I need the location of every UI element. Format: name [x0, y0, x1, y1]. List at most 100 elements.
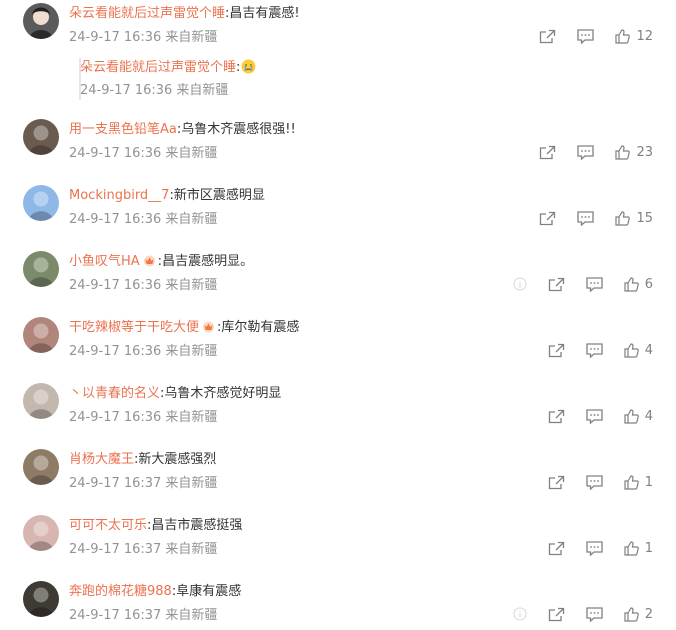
avatar[interactable]	[23, 515, 59, 551]
avatar[interactable]	[23, 3, 59, 39]
comment-username[interactable]: 朵云看能就后过声雷觉个睡	[69, 6, 225, 21]
comment-icon	[577, 144, 595, 160]
like-button[interactable]: 15	[615, 211, 653, 226]
comment-source: 来自新疆	[165, 542, 218, 557]
comment-meta: 24-9-17 16:36 来自新疆	[69, 211, 217, 229]
comment-source: 来自新疆	[165, 476, 218, 491]
comment-username[interactable]: 丶以青春的名义	[69, 386, 160, 401]
avatar[interactable]	[23, 449, 59, 485]
comment-button[interactable]	[586, 474, 603, 490]
like-icon	[624, 606, 639, 622]
comment-icon	[586, 474, 603, 490]
comment-actions: 4	[527, 341, 653, 359]
comment-username[interactable]: 用一支黑色铅笔Aa	[69, 122, 177, 137]
share-button[interactable]	[548, 409, 565, 424]
comment-text: 昌吉震感明显。	[162, 254, 254, 269]
like-button[interactable]: 6	[624, 277, 653, 292]
share-icon	[548, 475, 564, 489]
share-icon	[540, 145, 556, 159]
comment-icon	[586, 342, 603, 358]
share-button[interactable]	[548, 343, 565, 358]
comment-username[interactable]: 奔跑的棉花糖988	[69, 584, 172, 599]
comment-username[interactable]: Mockingbird__7	[69, 188, 169, 203]
like-button[interactable]: 1	[624, 475, 653, 490]
share-button[interactable]	[539, 145, 556, 160]
comment-meta: 24-9-17 16:36 来自新疆	[69, 277, 217, 295]
reply-meta: 24-9-17 16:36 来自新疆	[80, 82, 228, 100]
comment-button[interactable]	[577, 28, 595, 44]
comment-text: 昌吉有震感!	[229, 6, 300, 21]
comment-source: 来自新疆	[165, 344, 218, 359]
share-icon	[540, 29, 556, 43]
comment-date: 24-9-17 16:36	[69, 212, 162, 227]
like-icon	[615, 210, 631, 226]
avatar[interactable]	[23, 383, 59, 419]
comment-date: 24-9-17 16:36	[69, 344, 162, 359]
like-icon	[624, 474, 639, 490]
comment-actions: 23	[518, 143, 653, 161]
comment-meta: 24-9-17 16:36 来自新疆	[69, 343, 217, 361]
comment-button[interactable]	[577, 144, 595, 160]
crying-emoji-icon	[241, 59, 256, 74]
comment-text: 新大震感强烈	[138, 452, 217, 467]
like-icon	[624, 276, 639, 292]
comment-source: 来自新疆	[165, 278, 218, 293]
comment-actions: 15	[518, 209, 653, 227]
comment-button[interactable]	[586, 606, 603, 622]
like-button[interactable]: 4	[624, 409, 653, 424]
share-icon	[540, 211, 556, 225]
share-icon	[548, 409, 564, 423]
share-button[interactable]	[548, 607, 565, 622]
like-button[interactable]: 1	[624, 541, 653, 556]
comment-text: 新市区震感明显	[173, 188, 265, 203]
comment-username[interactable]: 干吃辣椒等于干吃大便	[69, 320, 199, 335]
info-button[interactable]	[513, 277, 527, 291]
comment-button[interactable]	[586, 276, 603, 292]
comment-username[interactable]: 可可不太可乐	[69, 518, 147, 533]
comment-icon	[586, 540, 603, 556]
share-button[interactable]	[539, 211, 556, 226]
avatar[interactable]	[23, 119, 59, 155]
comment-date: 24-9-17 16:37	[69, 476, 162, 491]
like-count: 2	[644, 606, 653, 622]
comment-text: 阜康有震感	[176, 584, 242, 599]
share-button[interactable]	[539, 29, 556, 44]
share-button[interactable]	[548, 277, 565, 292]
share-button[interactable]	[548, 475, 565, 490]
comment-button[interactable]	[586, 342, 603, 358]
comment-meta: 24-9-17 16:36 来自新疆	[69, 145, 217, 163]
comment-button[interactable]	[577, 210, 595, 226]
comment-text: 库尔勒有震感	[221, 320, 300, 335]
share-icon	[548, 277, 564, 291]
avatar[interactable]	[23, 185, 59, 221]
comment-source: 来自新疆	[165, 146, 218, 161]
like-count: 6	[644, 276, 653, 292]
comment-button[interactable]	[586, 408, 603, 424]
info-button[interactable]	[513, 607, 527, 621]
comment-icon	[586, 408, 603, 424]
comment-username[interactable]: 小鱼叹气HA	[69, 254, 140, 269]
comment-actions: 12	[518, 27, 653, 45]
share-button[interactable]	[548, 541, 565, 556]
avatar[interactable]	[23, 317, 59, 353]
reply-source: 来自新疆	[176, 83, 229, 98]
like-button[interactable]: 2	[624, 607, 653, 622]
comment-username[interactable]: 肖杨大魔王	[69, 452, 134, 467]
share-icon	[548, 607, 564, 621]
comment-text: 乌鲁木齐震感很强!!	[181, 122, 296, 137]
like-button[interactable]: 4	[624, 343, 653, 358]
like-button[interactable]: 23	[615, 145, 653, 160]
comment-meta: 24-9-17 16:37 来自新疆	[69, 607, 217, 625]
comment-icon	[577, 210, 595, 226]
comment-actions: 2	[492, 605, 653, 623]
crown-badge-icon	[203, 321, 215, 333]
reply-date: 24-9-17 16:36	[80, 83, 173, 98]
like-icon	[624, 408, 639, 424]
comment-source: 来自新疆	[165, 410, 218, 425]
like-button[interactable]: 12	[615, 29, 653, 44]
avatar[interactable]	[23, 581, 59, 617]
avatar[interactable]	[23, 251, 59, 287]
reply-username[interactable]: 朵云看能就后过声雷觉个睡	[80, 60, 236, 75]
comment-button[interactable]	[586, 540, 603, 556]
crown-badge-icon	[143, 255, 155, 267]
